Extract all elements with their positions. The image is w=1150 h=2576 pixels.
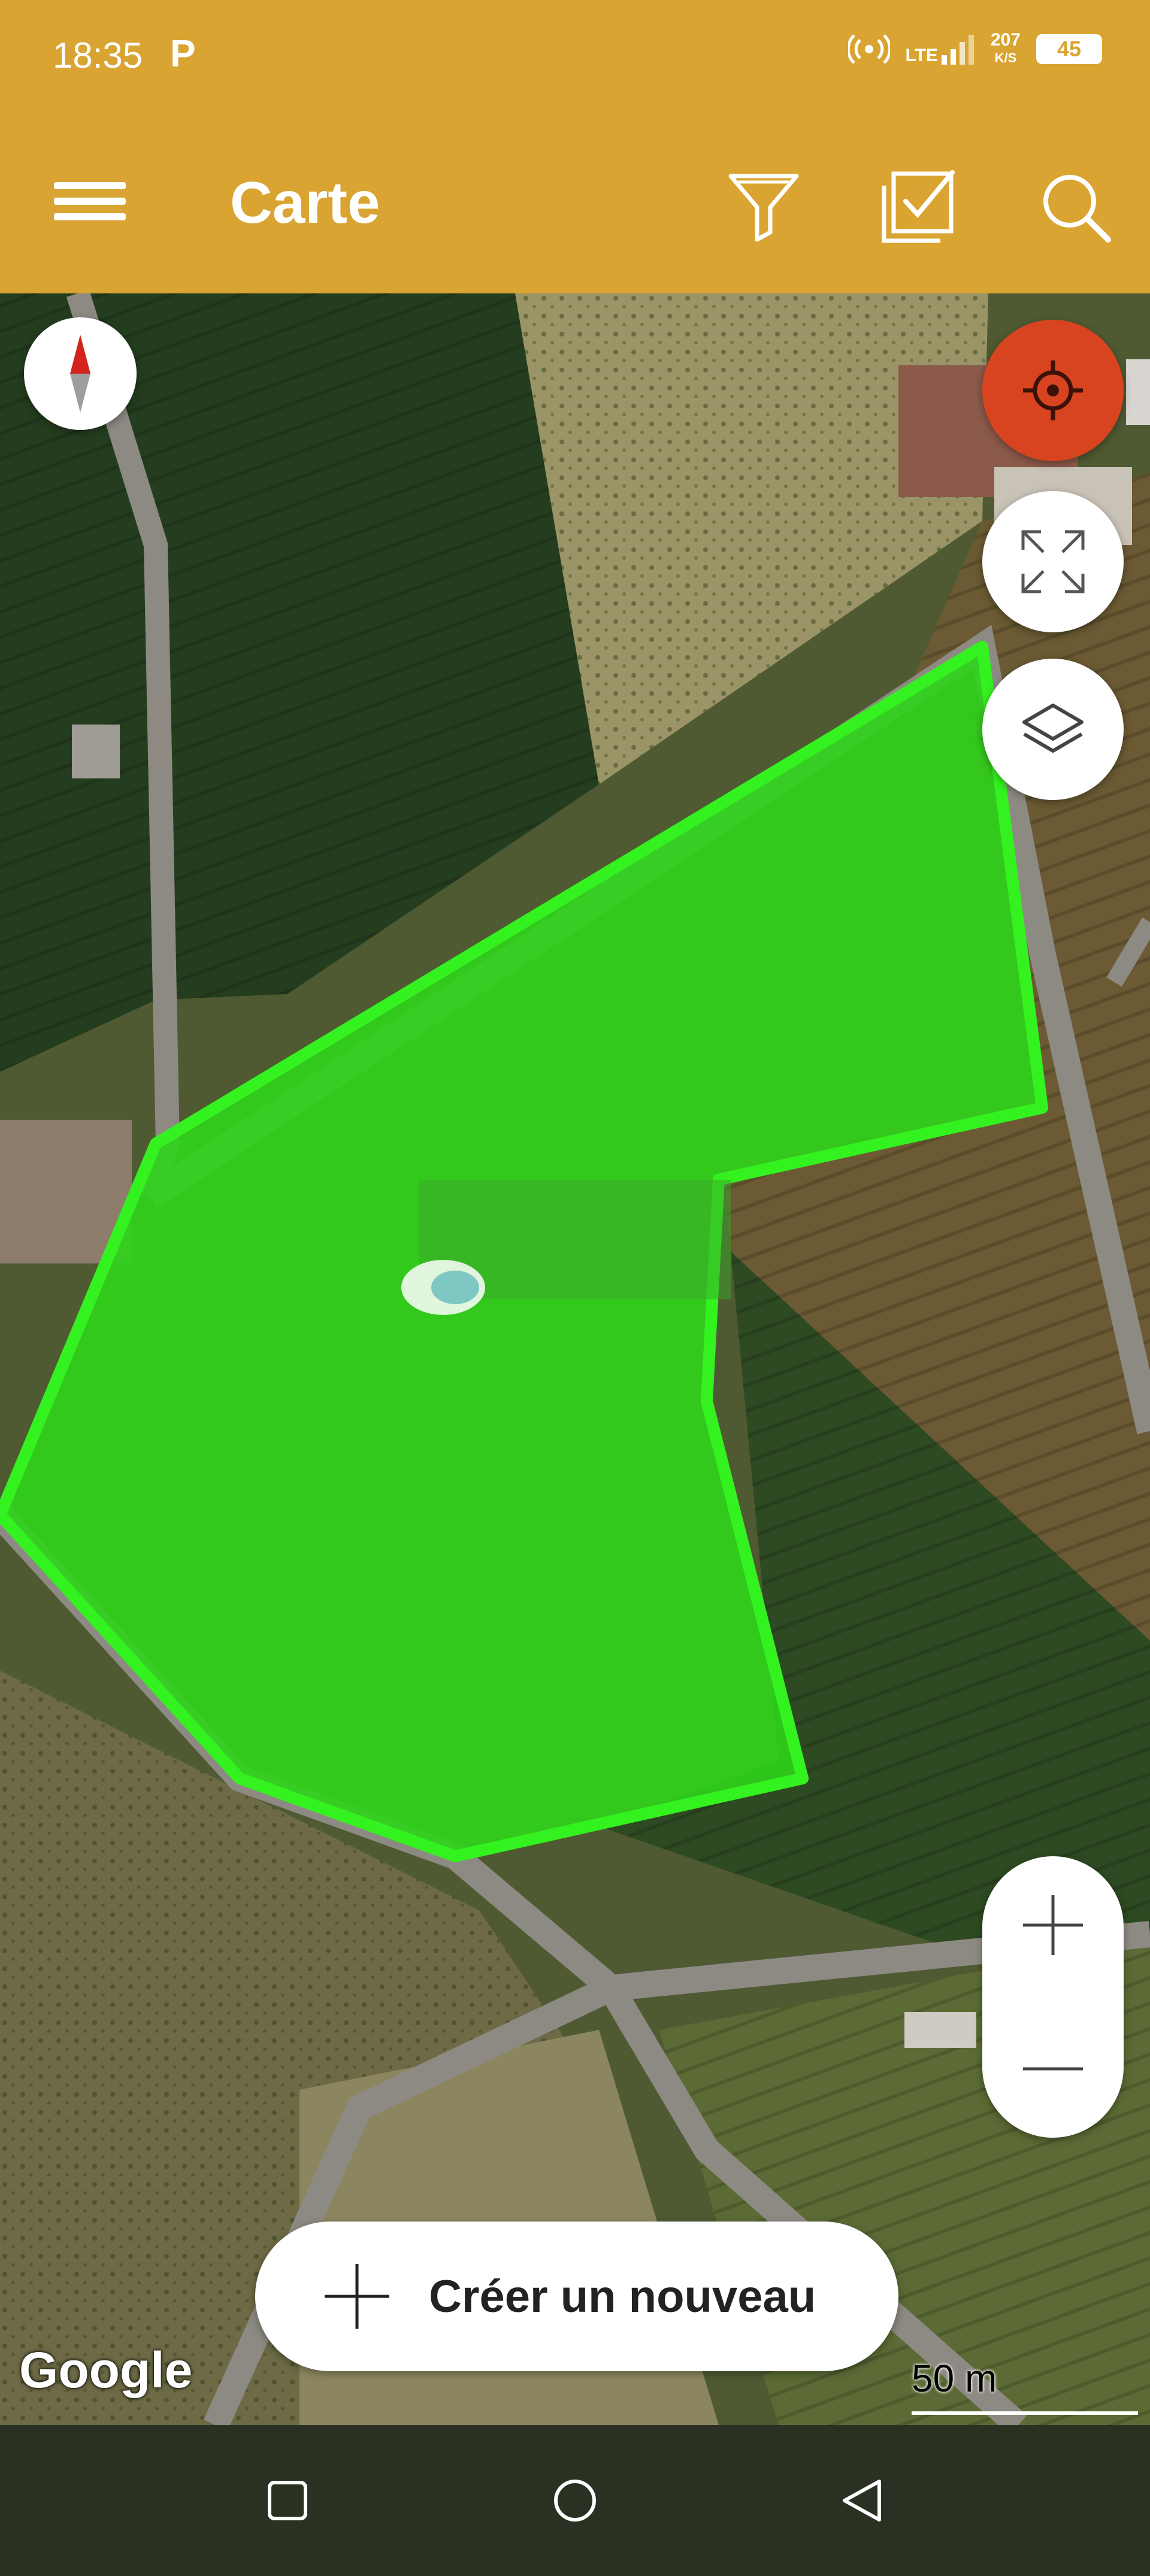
system-nav-bar xyxy=(0,2425,1150,2576)
zoom-out-button[interactable] xyxy=(982,2000,1124,2138)
compass-button[interactable] xyxy=(24,317,137,430)
home-icon[interactable] xyxy=(551,2477,599,2525)
back-icon[interactable] xyxy=(839,2477,886,2525)
layers-icon xyxy=(1022,704,1084,753)
battery-level: 45 xyxy=(1057,37,1082,61)
zoom-controls xyxy=(982,1856,1124,2138)
hotspot-icon xyxy=(848,34,890,64)
minus-icon xyxy=(1023,2067,1083,2071)
fullscreen-button[interactable] xyxy=(982,491,1124,632)
plus-icon xyxy=(325,2264,389,2329)
layers-button[interactable] xyxy=(982,659,1124,800)
create-new-button[interactable]: Créer un nouveau xyxy=(255,2222,898,2371)
status-icons: LTE 207 K/S 45 xyxy=(848,31,1102,67)
battery-icon: 45 xyxy=(1036,34,1102,64)
satellite-imagery[interactable] xyxy=(0,293,1150,2425)
satellite-map[interactable]: Créer un nouveau Google 50 m xyxy=(0,293,1150,2425)
app-bar: Carte xyxy=(0,114,1150,293)
menu-icon[interactable] xyxy=(54,174,126,234)
recents-icon[interactable] xyxy=(264,2477,311,2525)
scale-bar xyxy=(912,2411,1138,2415)
filter-icon[interactable] xyxy=(725,168,803,246)
scale-label: 50 m xyxy=(912,2357,997,2400)
search-icon[interactable] xyxy=(1036,168,1114,246)
signal-bars-icon xyxy=(941,35,974,65)
status-time: 18:35 xyxy=(53,35,143,75)
create-new-label: Créer un nouveau xyxy=(429,2271,816,2322)
locate-button[interactable] xyxy=(982,320,1124,461)
lte-signal-icon: LTE xyxy=(906,34,975,65)
network-speed: 207 K/S xyxy=(991,31,1021,67)
network-type: LTE xyxy=(905,46,938,65)
target-icon xyxy=(1023,360,1083,420)
map-scale: 50 m xyxy=(912,2356,1139,2415)
google-logo: Google xyxy=(19,2342,193,2398)
speed-value: 207 xyxy=(990,30,1021,50)
page-title: Carte xyxy=(230,169,380,235)
plus-icon xyxy=(1023,1895,1083,1955)
compass-icon xyxy=(70,335,90,413)
parking-app-notification-icon: P xyxy=(170,32,196,75)
speed-unit: K/S xyxy=(994,50,1017,65)
status-bar: 18:35 P LTE 207 K/S 45 xyxy=(0,0,1150,114)
checklist-icon[interactable] xyxy=(878,168,956,246)
expand-icon xyxy=(1021,530,1085,593)
zoom-in-button[interactable] xyxy=(982,1856,1124,1994)
